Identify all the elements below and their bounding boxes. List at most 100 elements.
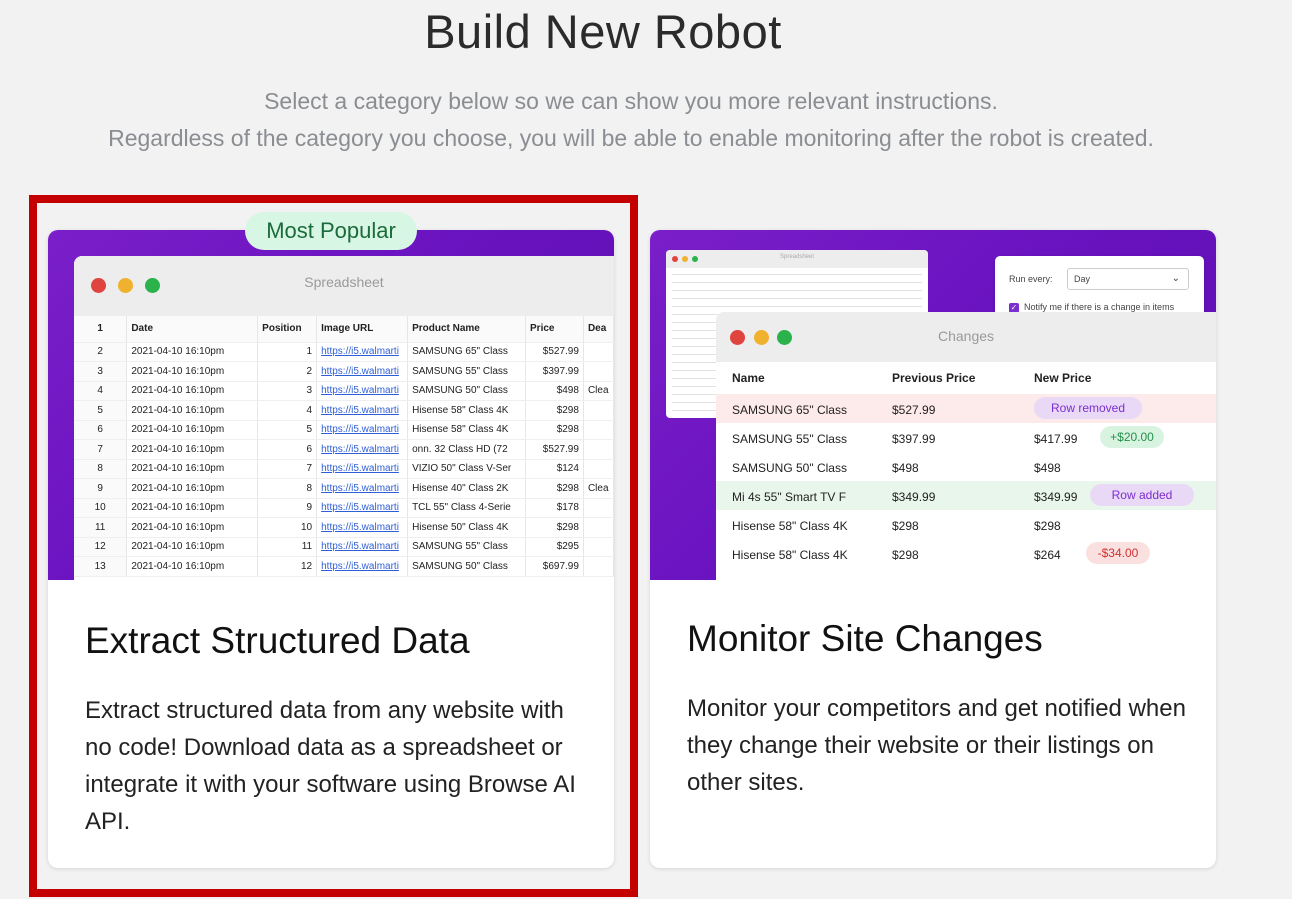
table-row: 7 2021-04-10 16:10pm 6 https://i5.walmarti o…	[74, 439, 614, 460]
table-cell: 2021-04-10 16:10pm	[126, 420, 259, 440]
table-cell: 2021-04-10 16:10pm	[126, 400, 259, 421]
table-cell: $298	[892, 519, 919, 533]
sheet-column-header: Image URL	[316, 316, 409, 343]
table-cell: SAMSUNG 55" Class	[407, 361, 527, 382]
sheet-column-header: Date	[126, 316, 259, 343]
table-row: 12 2021-04-10 16:10pm 11 https://i5.walmart…	[74, 537, 614, 557]
table-cell: SAMSUNG 55" Class	[407, 537, 527, 557]
table-cell: $498	[892, 461, 919, 475]
table-cell	[583, 342, 614, 362]
table-cell: 8	[257, 478, 318, 499]
table-cell: $298	[525, 517, 584, 538]
table-cell: Hisense 50" Class 4K	[407, 517, 527, 538]
table-cell: https://i5.walmarti	[316, 556, 409, 577]
table-cell: 7	[257, 459, 318, 479]
mini-window-titlebar: Spreadsheet	[666, 250, 928, 268]
table-cell: $527.99	[525, 342, 584, 362]
table-cell: https://i5.walmarti	[316, 517, 409, 538]
subtitle-line-1: Select a category below so we can show y…	[264, 88, 998, 114]
table-cell: 11	[257, 537, 318, 557]
window-title: Spreadsheet	[304, 274, 384, 290]
page-title: Build New Robot	[424, 5, 782, 58]
table-cell: 5	[74, 400, 128, 421]
spreadsheet-window: Spreadsheet 1 Date Position Image URL Produc…	[74, 256, 614, 580]
table-cell: 8	[74, 459, 128, 479]
table-cell: 6	[257, 439, 318, 460]
table-cell: 12	[257, 556, 318, 577]
sheet-column-header: Position	[257, 316, 318, 343]
table-cell: $298	[892, 548, 919, 562]
changes-table-body: SAMSUNG 65" Class $527.99 Row removed SAMSU…	[716, 394, 1216, 568]
table-cell: https://i5.walmarti	[316, 361, 409, 382]
table-cell: SAMSUNG 65" Class	[407, 342, 527, 362]
table-row: Hisense 58" Class 4K $298 $298	[716, 510, 1216, 539]
table-cell: 1	[257, 342, 318, 362]
table-cell: Mi 4s 55" Smart TV F	[732, 490, 847, 504]
table-cell: 2	[74, 342, 128, 362]
table-cell: onn. 32 Class HD (72	[407, 439, 527, 460]
table-cell: $498	[1034, 461, 1061, 475]
table-cell: $349.99	[892, 490, 936, 504]
table-cell: 2021-04-10 16:10pm	[126, 537, 259, 557]
table-cell	[583, 537, 614, 557]
table-cell: https://i5.walmarti	[316, 478, 409, 499]
sheet-column-header: Price	[525, 316, 584, 343]
table-cell: 4	[74, 381, 128, 401]
spreadsheet-preview-image: Spreadsheet 1 Date Position Image URL Produc…	[48, 230, 614, 580]
changes-preview-image: Spreadsheet Run every: Day ⌄ ✓ Notify me …	[650, 230, 1216, 580]
table-cell: VIZIO 50" Class V-Ser	[407, 459, 527, 479]
table-cell: 3	[257, 381, 318, 401]
table-cell	[583, 400, 614, 421]
change-badge: +$20.00	[1100, 426, 1164, 448]
table-cell: 2021-04-10 16:10pm	[126, 498, 259, 518]
table-row: 9 2021-04-10 16:10pm 8 https://i5.walmarti H…	[74, 478, 614, 499]
column-header: New Price	[1034, 371, 1092, 385]
changes-table-header: Name Previous Price New Price	[716, 362, 1216, 394]
table-cell: 10	[74, 498, 128, 518]
subtitle-line-2: Regardless of the category you choose, y…	[108, 125, 1154, 151]
table-cell: SAMSUNG 65" Class	[732, 403, 847, 417]
chevron-down-icon: ⌄	[1171, 273, 1180, 284]
table-cell: 5	[257, 420, 318, 440]
monitor-site-changes-card[interactable]: Spreadsheet Run every: Day ⌄ ✓ Notify me …	[650, 230, 1216, 868]
change-badge: Row removed	[1034, 397, 1142, 419]
table-cell: Hisense 40" Class 2K	[407, 478, 527, 499]
table-cell: 2021-04-10 16:10pm	[126, 439, 259, 460]
table-cell: $298	[525, 420, 584, 440]
spreadsheet-table: 1 Date Position Image URL Product Name Price D…	[74, 316, 614, 577]
table-cell: 6	[74, 420, 128, 440]
changes-window: Changes Name Previous Price New Price SA…	[716, 312, 1216, 580]
run-every-label: Run every:	[1009, 274, 1053, 284]
table-cell: $124	[525, 459, 584, 479]
sheet-column-header: Product Name	[407, 316, 527, 343]
changes-titlebar: Changes	[716, 312, 1216, 362]
table-row: Mi 4s 55" Smart TV F $349.99 $349.99 Row ad…	[716, 481, 1216, 510]
table-cell: 4	[257, 400, 318, 421]
table-cell: 12	[74, 537, 128, 557]
notify-label: Notify me if there is a change in items	[1024, 302, 1175, 312]
table-cell: https://i5.walmarti	[316, 342, 409, 362]
table-cell: Clea	[583, 381, 614, 401]
changes-window-title: Changes	[937, 328, 995, 344]
table-cell	[583, 498, 614, 518]
table-cell	[583, 420, 614, 440]
table-cell: $527.99	[892, 403, 936, 417]
table-cell: SAMSUNG 50" Class	[732, 461, 847, 475]
table-cell: https://i5.walmarti	[316, 537, 409, 557]
table-row: 3 2021-04-10 16:10pm 2 https://i5.walmarti S…	[74, 361, 614, 382]
table-row: Hisense 58" Class 4K $298 $264 -$34.00	[716, 539, 1216, 568]
table-row: 11 2021-04-10 16:10pm 10 https://i5.walmart…	[74, 517, 614, 538]
table-cell: $697.99	[525, 556, 584, 577]
table-row: 6 2021-04-10 16:10pm 5 https://i5.walmarti H…	[74, 420, 614, 440]
table-row: 10 2021-04-10 16:10pm 9 https://i5.walmarti…	[74, 498, 614, 518]
extract-structured-data-card[interactable]: Most Popular Spreadsheet 1 Date Position Im…	[48, 212, 614, 868]
table-cell: Hisense 58" Class 4K	[407, 420, 527, 440]
sheet-column-header: 1	[74, 316, 128, 343]
card-description: Extract structured data from any website…	[85, 697, 576, 835]
card-title: Extract Structured Data	[85, 620, 470, 661]
table-row: 8 2021-04-10 16:10pm 7 https://i5.walmarti V…	[74, 459, 614, 479]
card-description: Monitor your competitors and get notifie…	[687, 695, 1186, 796]
change-badge: -$34.00	[1086, 542, 1150, 564]
table-cell	[583, 517, 614, 538]
table-cell: TCL 55" Class 4-Serie	[407, 498, 527, 518]
